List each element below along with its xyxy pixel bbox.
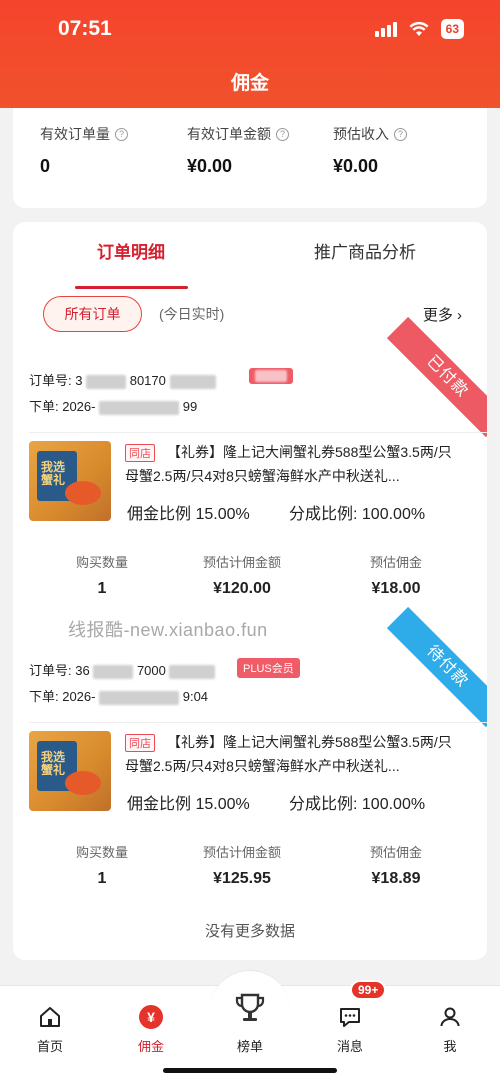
signal-icon xyxy=(374,21,397,37)
stat-value: 0 xyxy=(40,156,51,176)
product-thumbnail[interactable]: 我选蟹礼 xyxy=(29,731,111,811)
home-indicator xyxy=(163,1068,337,1073)
help-icon[interactable]: ? xyxy=(115,127,128,141)
product-thumbnail[interactable]: 我选蟹礼 xyxy=(29,441,111,521)
watermark: 线报酷-new.xianbao.fun xyxy=(68,620,268,640)
nav-ranking[interactable]: 榜单 xyxy=(210,986,290,1055)
stat-label: 有效订单金额 xyxy=(187,126,271,142)
tab-order-details[interactable]: 订单明细 xyxy=(97,238,165,263)
redacted-block xyxy=(169,664,216,679)
order-number: 订单号: 36 7000 xyxy=(29,660,216,679)
plus-member-badge xyxy=(249,368,293,385)
order-item[interactable]: 待付款 订单号: 36 7000 PLUS会员 下单: 2026- 9:04 我… xyxy=(13,606,487,920)
est-commission-value: ¥18.00 xyxy=(371,580,421,597)
qty-value: 1 xyxy=(97,870,107,887)
orders-card: 订单明细 推广商品分析 所有订单 (今日实时) 更多 › 已付款 订单号: 3 … xyxy=(13,222,487,960)
app-header: 07:51 63 佣金 xyxy=(0,0,500,108)
commission-rate: 佣金比例 15.00% xyxy=(127,506,250,523)
share-rate: 分成比例: 100.00% xyxy=(289,506,426,523)
redacted-block xyxy=(86,374,127,389)
tab-bar: 订单明细 推广商品分析 xyxy=(13,238,487,289)
est-commission-label: 预估佣金 xyxy=(369,845,422,860)
stat-label: 有效订单量 xyxy=(40,126,110,142)
message-icon xyxy=(337,1004,363,1030)
order-time: 下单: 2026- 99 xyxy=(29,399,198,415)
nav-commission[interactable]: ¥ 佣金 xyxy=(111,986,191,1055)
product-title[interactable]: 【礼券】隆上记大闸蟹礼券588型公蟹3.5两/只母蟹2.5两/只4对8只螃蟹海鲜… xyxy=(125,730,455,778)
help-icon[interactable]: ? xyxy=(394,127,407,141)
qty-label: 购买数量 xyxy=(75,845,128,860)
product-title[interactable]: 【礼券】隆上记大闸蟹礼券588型公蟹3.5两/只母蟹2.5两/只4对8只螃蟹海鲜… xyxy=(125,440,455,488)
est-commission-value: ¥18.89 xyxy=(371,870,421,887)
stat-value: ¥0.00 xyxy=(333,156,379,176)
profile-icon xyxy=(437,1004,463,1030)
est-amount-value: ¥120.00 xyxy=(213,580,271,597)
status-icons: 63 xyxy=(374,19,464,39)
filter-all-orders[interactable]: 所有订单 xyxy=(43,296,142,332)
wifi-icon xyxy=(409,21,429,36)
qty-label: 购买数量 xyxy=(75,555,128,570)
page-title: 佣金 xyxy=(230,73,269,94)
message-count-badge: 99+ xyxy=(350,980,387,1000)
tab-indicator xyxy=(75,286,188,289)
redacted-block xyxy=(99,400,180,415)
est-amount-value: ¥125.95 xyxy=(213,870,271,887)
order-number: 订单号: 3 80170 xyxy=(29,370,216,389)
qty-value: 1 xyxy=(97,580,107,597)
yuan-icon: ¥ xyxy=(138,1004,164,1030)
est-amount-label: 预估计佣金额 xyxy=(202,845,281,860)
help-icon[interactable]: ? xyxy=(276,127,289,141)
order-item[interactable]: 已付款 订单号: 3 80170 下单: 2026- 99 我选蟹礼 同店 【礼… xyxy=(13,316,487,630)
redacted-block xyxy=(93,664,134,679)
est-amount-label: 预估计佣金额 xyxy=(202,555,281,570)
no-more-data: 没有更多数据 xyxy=(204,923,295,940)
status-time: 07:51 xyxy=(58,17,112,40)
filter-today-realtime[interactable]: (今日实时) xyxy=(159,304,224,324)
more-button[interactable]: 更多 › xyxy=(423,304,462,325)
stat-value: ¥0.00 xyxy=(187,156,233,176)
battery-icon: 63 xyxy=(440,19,464,39)
stat-est-income: 预估收入 ? ¥0.00 xyxy=(333,124,407,177)
home-icon xyxy=(37,1004,63,1030)
share-rate: 分成比例: 100.00% xyxy=(289,796,426,813)
stat-valid-orders: 有效订单量 ? 0 xyxy=(40,124,128,177)
plus-member-badge: PLUS会员 xyxy=(237,658,300,678)
status-ribbon-paid: 已付款 xyxy=(386,316,487,438)
stat-valid-amount: 有效订单金额 ? ¥0.00 xyxy=(187,124,289,177)
nav-home[interactable]: 首页 xyxy=(10,986,90,1055)
order-time: 下单: 2026- 9:04 xyxy=(29,689,209,705)
nav-profile[interactable]: 我 xyxy=(410,986,490,1055)
redacted-block xyxy=(169,374,216,389)
tab-product-analysis[interactable]: 推广商品分析 xyxy=(314,238,416,263)
est-commission-label: 预估佣金 xyxy=(369,555,422,570)
trophy-icon xyxy=(232,990,268,1026)
commission-rate: 佣金比例 15.00% xyxy=(127,796,250,813)
redacted-block xyxy=(99,690,180,705)
stat-label: 预估收入 xyxy=(333,126,389,142)
redacted-block xyxy=(255,370,287,383)
summary-card: 有效订单量 ? 0 有效订单金额 ? ¥0.00 预估收入 ? ¥0.00 xyxy=(13,108,487,208)
